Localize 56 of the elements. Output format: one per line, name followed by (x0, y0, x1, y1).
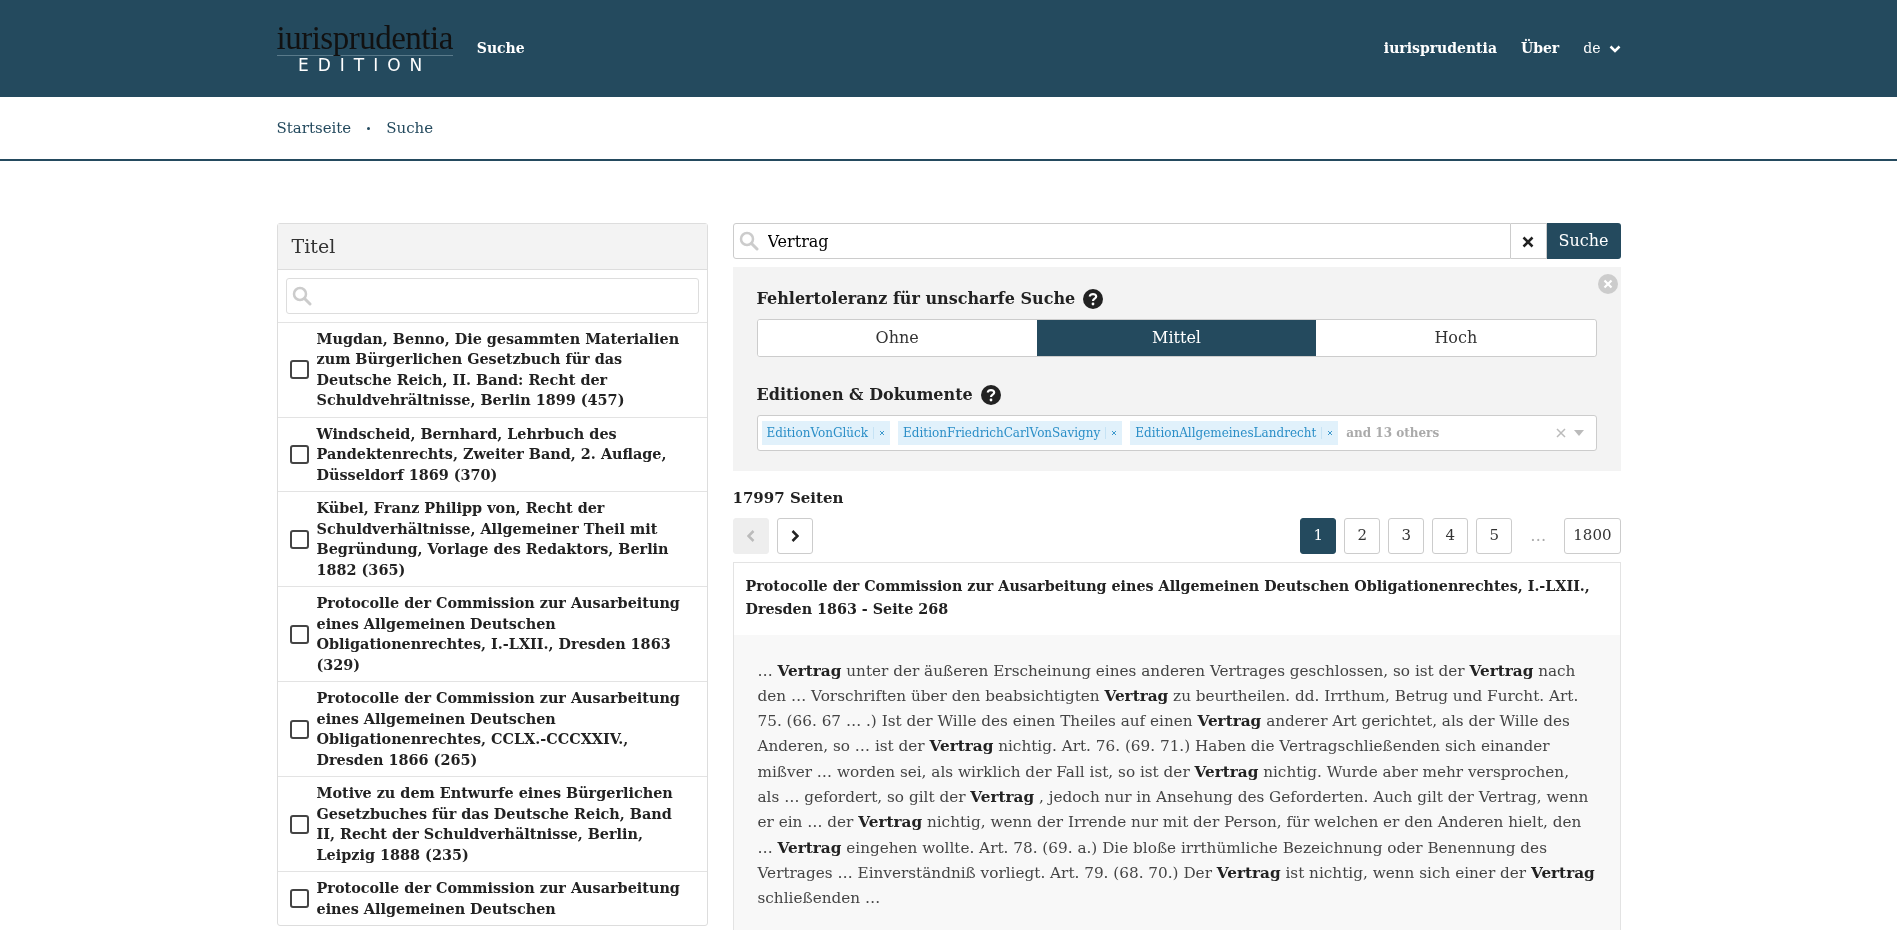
search-field[interactable]: Vertrag (732, 223, 1511, 259)
close-icon (1105, 427, 1118, 439)
close-icon (1321, 427, 1334, 439)
page-button[interactable]: 2 (1344, 517, 1381, 554)
title-option[interactable]: Motive zu dem Entwurfe eines Bürgerlichen Gesetzbuches für das Deutsche Reich, Band II, Recht der Schuldverhältnisse, Berlin, Leipzig 1888 (235) (316, 783, 695, 865)
page-button[interactable]: 1 (1300, 517, 1337, 554)
breadcrumb-link[interactable]: Suche (386, 116, 434, 140)
title-option[interactable]: Windscheid, Bernhard, Lehrbuch des Pandektenrechts, Zweiter Band, 2. Auflage, Düsseldorf 1869 (370) (316, 423, 695, 485)
option-label: Editionen & Dokumente (756, 384, 973, 406)
nav-link[interactable]: iurisprudentia (1383, 38, 1497, 59)
clear-button[interactable] (1510, 223, 1547, 259)
page-button[interactable]: 4 (1432, 517, 1469, 554)
checkbox[interactable] (289, 529, 309, 549)
next-button[interactable] (776, 517, 813, 554)
checkbox[interactable] (289, 360, 309, 379)
more-count: and 13 others (1346, 425, 1440, 442)
clear-icon (1555, 428, 1566, 438)
panel-heading: Titel (277, 224, 707, 270)
nav-link[interactable]: Suche (476, 38, 525, 59)
pagination-ellipsis: … (1529, 524, 1548, 547)
help-icon (1083, 289, 1104, 309)
title-option[interactable]: Protocolle der Commission zur Ausarbeitung eines Allgemeinen Deutschen (316, 878, 695, 919)
chevron-down-icon (1608, 44, 1621, 53)
search-icon (291, 285, 312, 306)
tolerance-option[interactable]: Mittel (1036, 320, 1317, 356)
language-dropdown[interactable]: de (1583, 38, 1621, 59)
close-icon (873, 427, 886, 439)
chevron-left-icon (746, 530, 755, 543)
result-title[interactable]: Protocolle der Commission zur Ausarbeitung eines Allgemeinen Deutschen Obligationenrechtes, I.-LXII., Dresden 1863 - Seite 268 (733, 562, 1620, 635)
nav-link[interactable]: Über (1520, 38, 1560, 59)
checkbox[interactable] (289, 719, 309, 739)
search-icon (738, 231, 759, 251)
breadcrumb-link[interactable]: Startseite (276, 116, 352, 140)
title-option[interactable]: Mugdan, Benno, Die gesammten Materialien zum Bürgerlichen Gesetzbuch für das Deutsche Reich, II. Band: Recht der Schuldvehrältnisse, Berlin 1899 (457) (316, 328, 695, 411)
title-option[interactable]: Kübel, Franz Philipp von, Recht der Schuldverhältnisse, Allgemeiner Theil mit Begründung, Vorlage des Redaktors, Berlin 1882 (365) (316, 498, 695, 580)
page-button[interactable]: 5 (1476, 517, 1513, 554)
page-button[interactable]: 1800 (1564, 517, 1621, 554)
title-option[interactable]: Protocolle der Commission zur Ausarbeitung eines Allgemeinen Deutschen Obligationenrechtes, I.-LXII., Dresden 1863 (329) (316, 593, 695, 675)
close-icon (1522, 235, 1534, 248)
logo-title: iurisprudentia (276, 22, 453, 57)
checkbox[interactable] (289, 814, 309, 834)
checkbox[interactable] (289, 444, 309, 464)
chevron-right-icon (790, 530, 799, 543)
title-option[interactable]: Protocolle der Commission zur Ausarbeitung eines Allgemeinen Deutschen Obligationenrechtes, CCLX.-CCCXXIV., Dresden 1866 (265) (316, 688, 695, 770)
result-snippet: … Vertrag unter der äußeren Erscheinung eines anderen Vertrages geschlossen, so ist der Vertrag nach den … Vorschriften über den beabsichtigten Vertrag zu beurtheilen. dd. Irrthum, Betrug und Furcht. Art. 75. (66. 67 … .) Ist der Wille des einen Theiles auf einen Vertrag anderer Art gerichtet, als der Wille des Anderen, so … ist der Vertrag nichtig. Art. 76. (69. 71.) Haben die Vertragschließenden sich einander mißver … worden sei, als wirklich der Fall ist, so ist der Vertrag nichtig. Wurde aber mehr versprochen, als … gefordert, so gilt der Vertrag, jedoch nur in Ansehung des Geforderten. Auch gilt der Vertrag, wenn er ein … der Vertrag nichtig, wenn der Irrende nur mit der Person, für welchen er den Anderen hielt, den … Vertrag eingehen wollte. Art. 78. (69. a.) Die bloße irrthümliche Bezeichnung oder Benennung des Vertrages … Einverständniß vorliegt. Art. 79. (68. 70.) Der Vertrag ist nichtig, wenn sich einer der Vertragschließenden … (757, 660, 1596, 910)
checkbox[interactable] (289, 624, 309, 644)
logo-subtitle: EDITION (297, 56, 432, 75)
help-icon (980, 385, 1001, 405)
result-count: 17997 Seiten (732, 488, 845, 509)
checkbox[interactable] (289, 889, 309, 908)
search-button[interactable]: Suche (1546, 223, 1621, 259)
logo[interactable]: iurisprudentia EDITION (276, 22, 453, 75)
page-button[interactable]: 3 (1388, 517, 1425, 554)
title-search-field[interactable] (285, 277, 699, 314)
caret-down-icon (1573, 430, 1584, 436)
option-label: Fehlertoleranz für unscharfe Suche (756, 288, 1076, 310)
